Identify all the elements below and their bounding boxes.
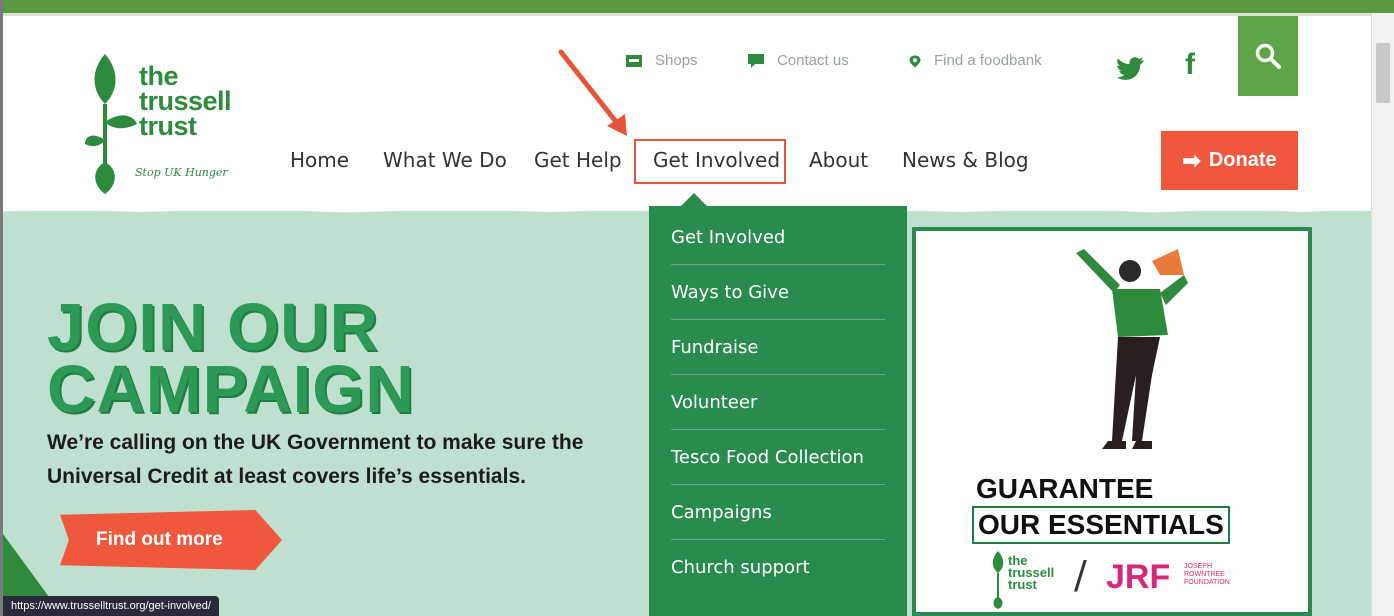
utility-label: Find a foodbank: [934, 52, 1042, 69]
jrf-sub-line: JOSEPH: [1184, 563, 1213, 570]
dropdown-item-tesco-food-collection[interactable]: Tesco Food Collection: [671, 431, 885, 485]
status-bar-url: https://www.trusselltrust.org/get-involv…: [3, 596, 219, 616]
poster-headline-line: OUR ESSENTIALS: [972, 506, 1230, 544]
dropdown-item-volunteer[interactable]: Volunteer: [671, 376, 885, 430]
nav-item-get-help[interactable]: Get Help: [534, 148, 622, 172]
jrf-logo: JRF: [1106, 558, 1171, 596]
annotation-highlight-box: [634, 139, 786, 184]
mini-logo-wordmark: the trussell trust: [1008, 554, 1054, 592]
annotation-arrow-icon: [558, 49, 627, 136]
utility-link-find-foodbank[interactable]: Find a foodbank: [908, 52, 1042, 69]
page-scrollbar[interactable]: [1371, 13, 1394, 616]
location-pin-icon: [909, 55, 921, 67]
trussell-trust-mini-logo-icon: [992, 551, 1004, 609]
leaf-icon: [85, 54, 137, 194]
divider-slash: /: [1074, 553, 1087, 597]
poster-headline-line: GUARANTEE: [976, 473, 1154, 504]
nav-item-about[interactable]: About: [809, 148, 868, 172]
search-icon: [1255, 43, 1281, 69]
utility-label: Contact us: [777, 52, 849, 69]
mini-logo-line: trust: [1008, 577, 1037, 592]
dropdown-item-fundraise[interactable]: Fundraise: [671, 321, 885, 375]
utility-label: Shops: [655, 52, 698, 69]
logo-line: trust: [139, 111, 197, 141]
search-button[interactable]: [1238, 16, 1298, 96]
partner-logos: the trussell trust / JRF JOSEPH ROWNTREE…: [988, 549, 1258, 609]
get-involved-dropdown-menu: Get Involved Ways to Give Fundraise Volu…: [649, 206, 907, 616]
logo-tagline: Stop UK Hunger: [135, 166, 228, 179]
dropdown-item-ways-to-give[interactable]: Ways to Give: [671, 266, 885, 320]
arrow-right-icon: ➡: [1182, 147, 1201, 173]
dropdown-item-get-involved[interactable]: Get Involved: [671, 211, 885, 265]
jrf-sub-line: FOUNDATION: [1184, 579, 1230, 586]
utility-link-contact[interactable]: Contact us: [747, 52, 849, 69]
hero-title-line: CAMPAIGN: [47, 352, 415, 427]
hero-body-line: We’re calling on the UK Government to ma…: [47, 431, 584, 454]
hero-title-line: JOIN OUR: [47, 290, 379, 365]
site-logo[interactable]: the trussell trust Stop UK Hunger: [83, 44, 253, 194]
poster-headline: GUARANTEE OUR ESSENTIALS: [972, 472, 1230, 544]
jrf-sub-line: ROWNTREE: [1184, 571, 1225, 578]
dropdown-caret: [680, 193, 708, 207]
dropdown-item-campaigns[interactable]: Campaigns: [671, 486, 885, 540]
campaign-poster[interactable]: GUARANTEE OUR ESSENTIALS the trussell tr…: [912, 227, 1312, 616]
hero-body-line: Universal Credit at least covers life’s …: [47, 465, 526, 488]
donate-button[interactable]: ➡ Donate: [1161, 131, 1298, 190]
jrf-logo-subtitle: JOSEPH ROWNTREE FOUNDATION: [1184, 563, 1230, 587]
megaphone-person-illustration: [1076, 249, 1188, 449]
donate-label: Donate: [1208, 149, 1277, 171]
nav-item-what-we-do[interactable]: What We Do: [383, 148, 507, 172]
twitter-icon[interactable]: [1117, 54, 1145, 82]
chat-icon: [748, 53, 764, 68]
utility-link-shops[interactable]: Shops: [625, 52, 698, 69]
find-out-more-button[interactable]: Find out more: [60, 510, 282, 570]
scrollbar-thumb[interactable]: [1376, 43, 1390, 103]
browser-top-bar: [0, 0, 1394, 13]
nav-item-news-blog[interactable]: News & Blog: [902, 148, 1029, 172]
hero-title: JOIN OUR CAMPAIGN: [47, 290, 415, 427]
dropdown-item-church-support[interactable]: Church support: [671, 541, 885, 595]
hero-body-text: We’re calling on the UK Government to ma…: [47, 426, 657, 494]
nav-item-home[interactable]: Home: [290, 148, 349, 172]
facebook-icon[interactable]: f: [1185, 48, 1195, 82]
logo-wordmark: the trussell trust: [139, 63, 232, 141]
